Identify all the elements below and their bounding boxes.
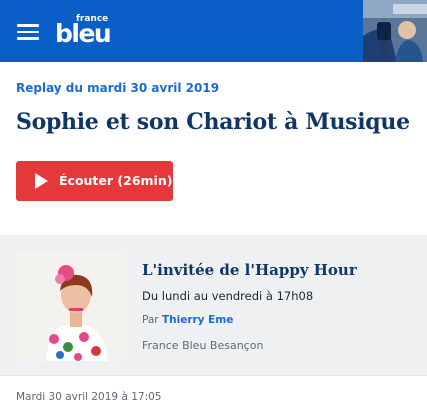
episode-title: Sophie et son Chariot à Musique — [16, 109, 410, 135]
logo-main-text: bleu — [55, 19, 112, 48]
hamburger-icon[interactable] — [17, 24, 39, 40]
replay-date-label: Replay du mardi 30 avril 2019 — [16, 81, 220, 95]
divider — [0, 375, 427, 376]
player-thumbnail[interactable] — [363, 0, 427, 62]
show-schedule: Du lundi au vendredi à 17h08 — [142, 289, 314, 303]
listen-button-label: Écouter (26min) — [59, 173, 173, 188]
show-thumbnail[interactable] — [16, 251, 126, 361]
presenter-link[interactable]: Thierry Eme — [162, 314, 233, 326]
show-title[interactable]: L'invitée de l'Happy Hour — [142, 260, 357, 280]
listen-button[interactable]: Écouter (26min) — [16, 161, 173, 201]
site-header: france bleu — [0, 0, 427, 62]
publication-date: Mardi 30 avril 2019 à 17:05 — [16, 391, 162, 403]
show-card[interactable]: L'invitée de l'Happy Hour Du lundi au ve… — [0, 235, 427, 375]
presenter-prefix: Par — [142, 314, 159, 326]
play-icon — [35, 173, 48, 189]
show-presenter: Par Thierry Eme — [142, 313, 233, 327]
show-station: France Bleu Besançon — [142, 339, 264, 352]
